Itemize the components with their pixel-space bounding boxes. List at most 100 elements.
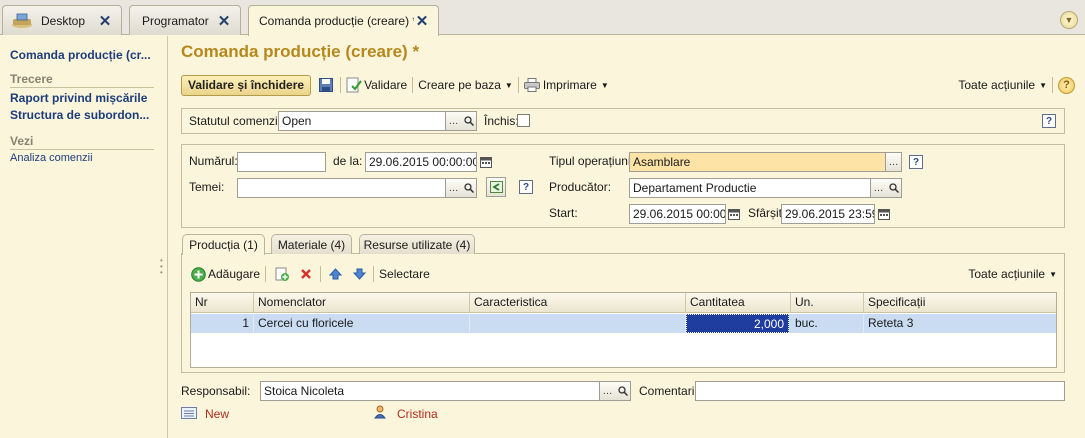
- separator: [340, 77, 342, 93]
- column-header-unit[interactable]: Un.: [791, 293, 864, 313]
- close-icon[interactable]: ✕: [97, 13, 113, 30]
- responsible-field[interactable]: Stoica Nicoleta: [260, 381, 600, 401]
- status-label: Statutul comenzii:: [189, 114, 284, 128]
- end-label: Sfârșit:: [748, 206, 786, 220]
- close-icon[interactable]: ✕: [414, 13, 430, 30]
- delete-icon[interactable]: [297, 265, 315, 283]
- close-icon[interactable]: ✕: [216, 13, 232, 30]
- form-area: Comanda producție (creare) * Validare și…: [169, 36, 1085, 438]
- cell-specificatii[interactable]: Reteta 3: [864, 314, 1056, 333]
- search-icon[interactable]: [461, 111, 477, 131]
- column-header-specificatii[interactable]: Specificații: [864, 293, 1056, 313]
- nav-current-form[interactable]: Comanda producție (cr...: [10, 48, 151, 62]
- chevron-down-icon: ▼: [1039, 80, 1047, 90]
- chevron-down-icon: ▼: [1049, 269, 1057, 279]
- arrow-up-icon[interactable]: [326, 265, 344, 283]
- producer-label: Producător:: [549, 180, 612, 194]
- table-all-actions-menu[interactable]: Toate acțiunile ▼: [968, 267, 1057, 281]
- print-menu[interactable]: Imprimare ▼: [523, 78, 609, 92]
- cell-nomenclator[interactable]: Cercei cu floricele: [254, 314, 470, 333]
- copy-row-icon[interactable]: [273, 265, 291, 283]
- cell-unit[interactable]: buc.: [791, 314, 864, 333]
- column-header-nomenclator[interactable]: Nomenclator: [254, 293, 470, 313]
- calendar-icon[interactable]: [726, 204, 742, 224]
- search-icon[interactable]: [615, 381, 631, 401]
- separator: [265, 266, 267, 282]
- start-label: Start:: [549, 206, 578, 220]
- end-field[interactable]: 29.06.2015 23:59:5: [781, 204, 875, 224]
- print-label: Imprimare: [542, 78, 597, 92]
- help-icon[interactable]: ?: [909, 155, 923, 169]
- help-icon[interactable]: ?: [1058, 76, 1075, 94]
- help-icon[interactable]: ?: [519, 180, 533, 194]
- all-actions-menu[interactable]: Toate acțiunile ▼: [958, 78, 1047, 92]
- basis-field[interactable]: [237, 178, 446, 198]
- document-status-icon: [181, 407, 197, 422]
- nav-section-trecere: Trecere: [10, 72, 154, 88]
- tab-productia[interactable]: Producția (1): [182, 234, 265, 255]
- cell-nr[interactable]: 1: [191, 314, 254, 333]
- save-close-button[interactable]: Validare și închidere: [181, 74, 312, 96]
- ellipsis-button[interactable]: …: [446, 178, 462, 198]
- operation-type-label: Tipul operațiunii:: [549, 154, 637, 168]
- ellipsis-button[interactable]: …: [600, 381, 616, 401]
- select-button[interactable]: Selectare: [379, 267, 430, 281]
- document-author: Cristina: [397, 407, 438, 421]
- separator: [1052, 77, 1053, 93]
- tab-programator[interactable]: Programator ✕: [129, 5, 241, 35]
- navigation-panel: Comanda producție (cr... Trecere Raport …: [0, 36, 168, 438]
- document-status: New: [205, 407, 230, 421]
- tab-materiale[interactable]: Materiale (4): [271, 234, 352, 254]
- save-icon[interactable]: [317, 76, 335, 94]
- number-field[interactable]: [237, 152, 326, 172]
- column-header-nr[interactable]: Nr: [191, 293, 254, 313]
- basis-label: Temei:: [189, 180, 225, 194]
- closed-label: Închis:: [484, 114, 519, 128]
- page-title: Comanda producție (creare) *: [181, 42, 420, 61]
- tab-desktop[interactable]: Desktop ✕: [2, 5, 122, 35]
- cell-caracteristica[interactable]: [470, 314, 686, 333]
- nav-link-raport[interactable]: Raport privind mișcările: [10, 91, 147, 105]
- resize-grip[interactable]: • • •: [160, 257, 164, 282]
- chevron-down-icon: ▼: [600, 80, 609, 90]
- add-row-button[interactable]: Adăugare: [191, 266, 261, 282]
- separator: [517, 77, 519, 93]
- tab-label: Desktop: [41, 13, 86, 28]
- help-icon[interactable]: ?: [1042, 114, 1056, 128]
- closed-checkbox[interactable]: [517, 114, 530, 127]
- producer-field[interactable]: Departament Productie: [629, 178, 871, 198]
- add-row-label: Adăugare: [208, 267, 261, 281]
- ellipsis-button[interactable]: …: [886, 152, 902, 172]
- column-header-cantitatea[interactable]: Cantitatea: [686, 293, 791, 313]
- ellipsis-button[interactable]: …: [871, 178, 887, 198]
- separator: [373, 266, 375, 282]
- status-field[interactable]: Open: [278, 111, 446, 131]
- start-field[interactable]: 29.06.2015 00:00:0: [629, 204, 726, 224]
- cell-cantitatea[interactable]: 2,000: [686, 314, 789, 333]
- all-actions-label: Toate acțiunile: [958, 78, 1036, 92]
- arrow-down-icon[interactable]: [350, 265, 368, 283]
- tab-resurse[interactable]: Resurse utilizate (4): [359, 234, 475, 254]
- search-icon[interactable]: [886, 178, 902, 198]
- validate-button[interactable]: Validare: [346, 77, 407, 93]
- calendar-icon[interactable]: [876, 204, 892, 224]
- nav-link-structura[interactable]: Structura de subordon...: [10, 108, 149, 122]
- table-header: Nr Nomenclator Caracteristica Cantitatea…: [191, 293, 1056, 313]
- comment-field[interactable]: [695, 381, 1065, 401]
- search-icon[interactable]: [461, 178, 477, 198]
- date-field[interactable]: 29.06.2015 00:00:00: [365, 152, 477, 172]
- create-based-menu[interactable]: Creare pe baza ▼: [418, 78, 513, 92]
- add-icon: [191, 266, 206, 282]
- production-table: Nr Nomenclator Caracteristica Cantitatea…: [190, 292, 1057, 368]
- separator: [412, 77, 414, 93]
- ellipsis-button[interactable]: …: [446, 111, 462, 131]
- table-row[interactable]: 1 Cercei cu floricele 2,000 buc. Reteta …: [191, 314, 1056, 333]
- tab-menu-icon[interactable]: ▼: [1060, 11, 1078, 29]
- calendar-icon[interactable]: [478, 152, 494, 172]
- printer-icon: [523, 78, 540, 92]
- fill-from-basis-icon[interactable]: [486, 177, 506, 197]
- column-header-caracteristica[interactable]: Caracteristica: [470, 293, 686, 313]
- tab-comanda-productie[interactable]: Comanda producție (creare) * ✕: [248, 5, 439, 36]
- nav-link-analiza[interactable]: Analiza comenzii: [10, 152, 93, 164]
- operation-type-field[interactable]: Asamblare: [629, 152, 886, 172]
